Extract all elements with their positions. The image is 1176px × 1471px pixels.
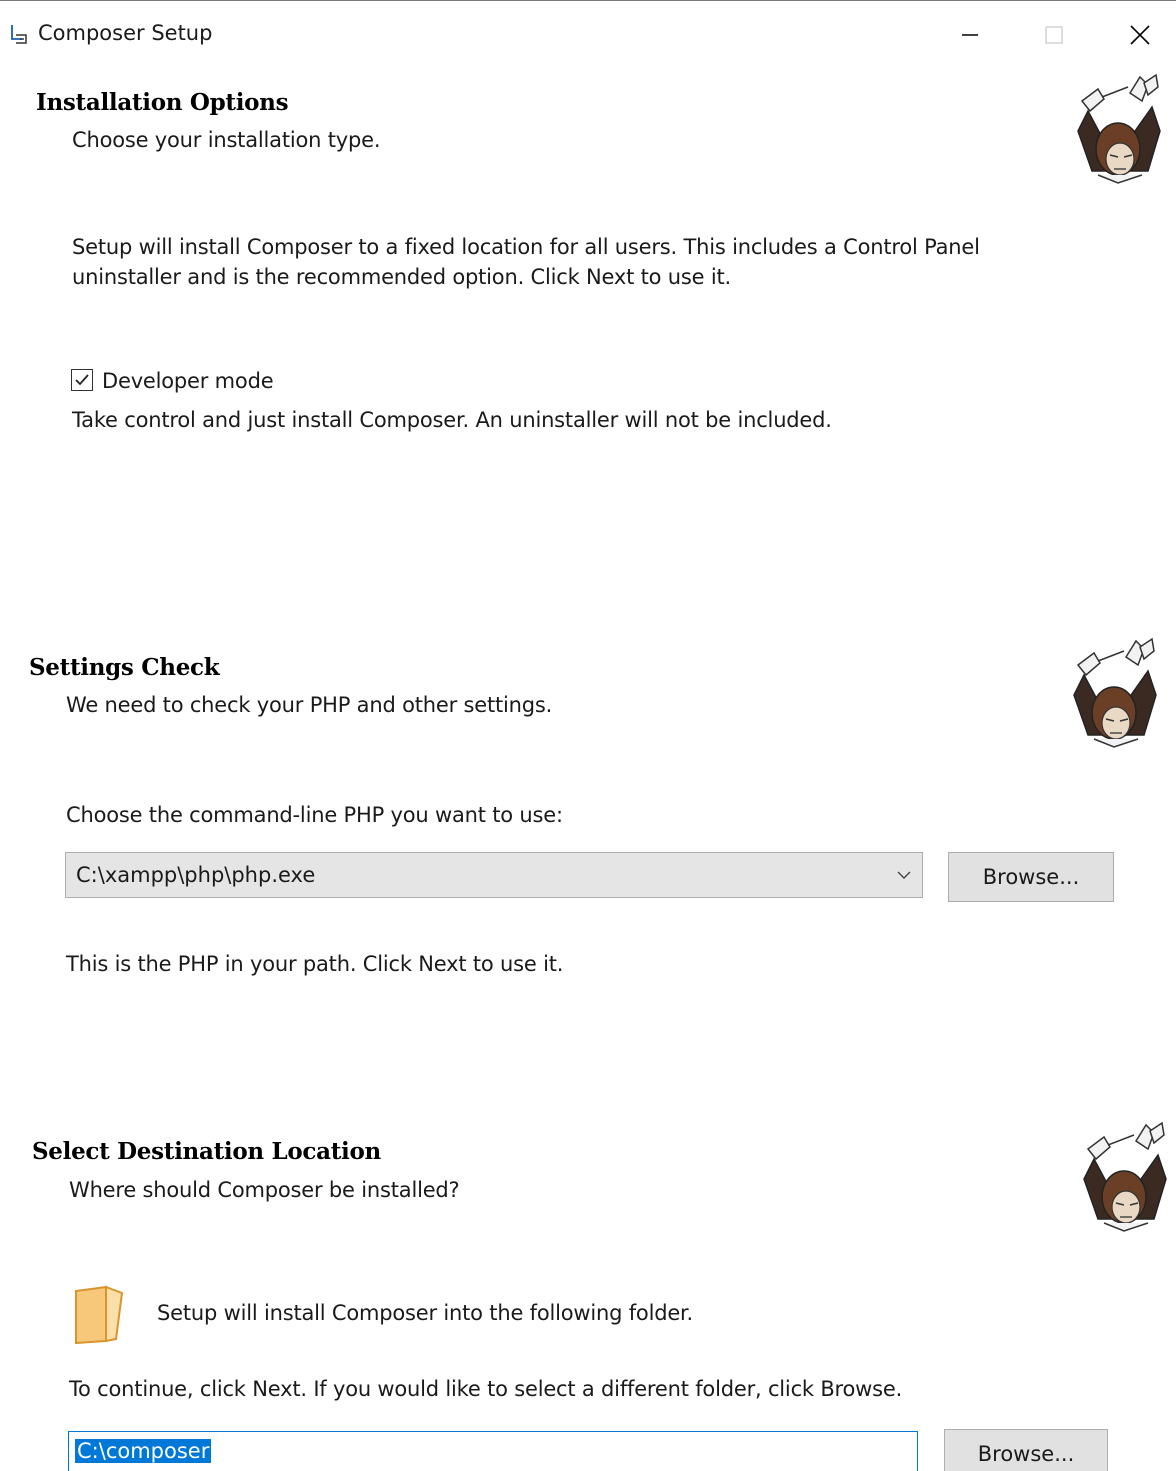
developer-mode-note: Take control and just install Composer. … [72, 408, 832, 432]
installation-options-subtitle: Choose your installation type. [72, 128, 381, 152]
close-icon [1130, 25, 1150, 45]
checkmark-icon [75, 374, 89, 386]
composer-setup-icon [11, 25, 27, 44]
destination-path-input[interactable]: C:\composer [68, 1431, 918, 1471]
composer-mascot-icon [1083, 1121, 1167, 1232]
maximize-button[interactable] [1024, 13, 1084, 57]
composer-mascot-icon [1073, 637, 1157, 748]
maximize-icon [1045, 26, 1063, 44]
close-button[interactable] [1110, 13, 1170, 57]
developer-mode-label[interactable]: Developer mode [102, 369, 274, 393]
php-prompt: Choose the command-line PHP you want to … [66, 803, 563, 827]
folder-icon [75, 1285, 124, 1345]
destination-path-value: C:\composer [75, 1439, 212, 1463]
installation-description-line1: Setup will install Composer to a fixed l… [72, 235, 980, 259]
installation-description-line2: uninstaller and is the recommended optio… [72, 265, 731, 289]
destination-subtitle: Where should Composer be installed? [69, 1178, 460, 1202]
title-bar: Composer Setup [0, 1, 1176, 67]
destination-browse-button[interactable]: Browse... [944, 1429, 1108, 1471]
minimize-button[interactable] [940, 13, 1000, 57]
php-path-note: This is the PHP in your path. Click Next… [66, 952, 564, 976]
developer-mode-checkbox[interactable] [71, 369, 93, 391]
chevron-down-icon [897, 871, 911, 879]
php-path-value: C:\xampp\php\php.exe [76, 863, 316, 887]
destination-heading: Select Destination Location [32, 1138, 381, 1165]
destination-instructions: To continue, click Next. If you would li… [69, 1377, 903, 1401]
minimize-icon [962, 34, 978, 36]
php-browse-button[interactable]: Browse... [948, 852, 1114, 902]
installation-options-heading: Installation Options [36, 89, 289, 116]
composer-mascot-icon [1077, 73, 1161, 184]
destination-folder-note: Setup will install Composer into the fol… [157, 1301, 694, 1325]
window-title: Composer Setup [38, 21, 213, 45]
settings-check-subtitle: We need to check your PHP and other sett… [66, 693, 553, 717]
settings-check-heading: Settings Check [29, 654, 220, 681]
php-path-select[interactable]: C:\xampp\php\php.exe [65, 852, 923, 898]
composer-setup-window: Composer Setup Installation Options Choo… [0, 0, 1176, 1471]
